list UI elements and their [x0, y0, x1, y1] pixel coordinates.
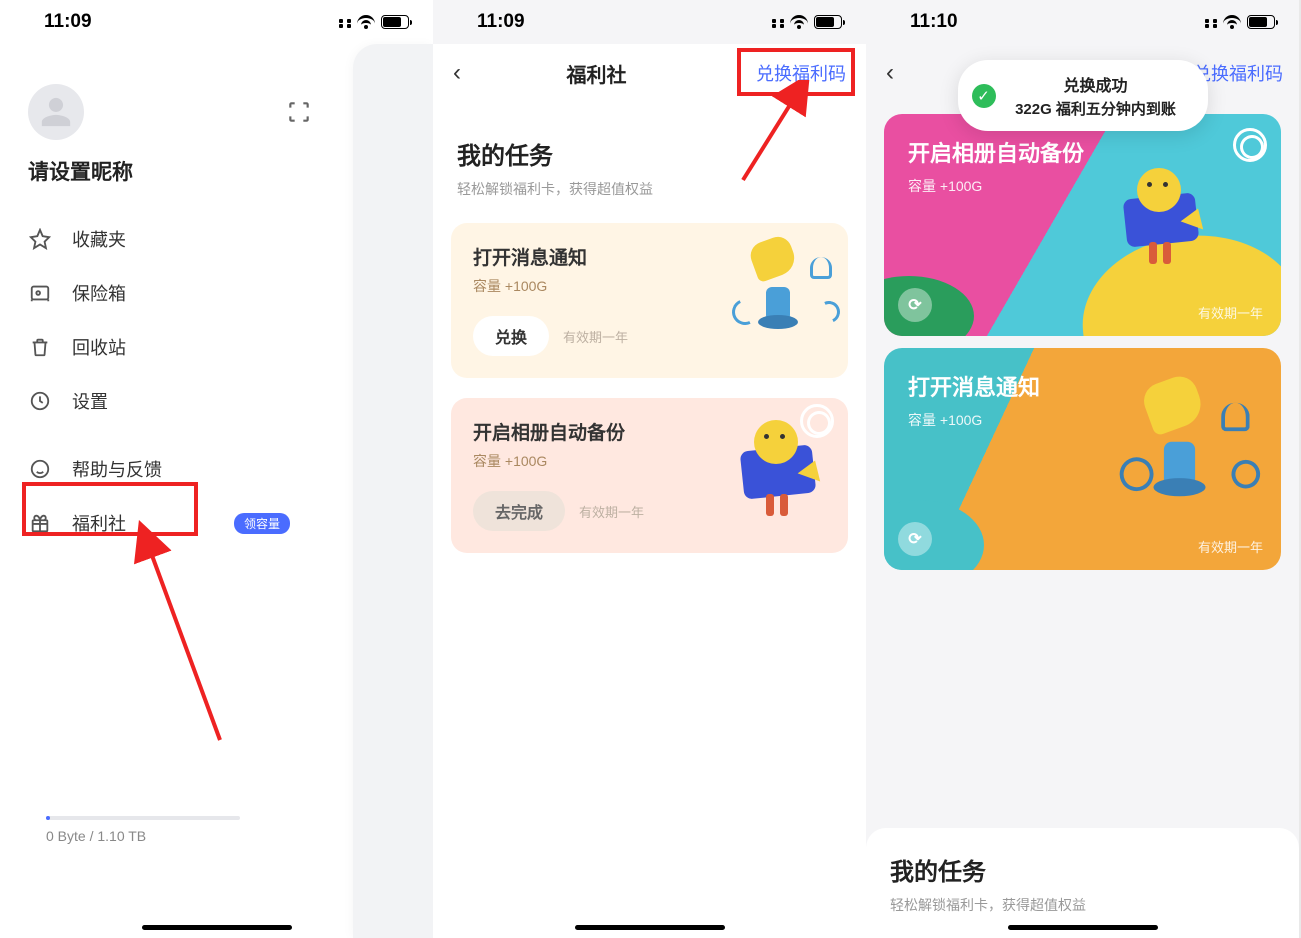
battery-icon — [381, 15, 409, 29]
storage-text: 0 Byte / 1.10 TB — [46, 828, 146, 844]
storage-bar — [46, 816, 240, 820]
status-bar: 11:09 — [433, 0, 866, 44]
status-bar: 11:09 — [0, 0, 433, 44]
background-sheet — [353, 44, 433, 938]
section-title: 我的任务 — [457, 136, 842, 171]
redeem-button[interactable]: 兑换 — [473, 316, 549, 356]
menu-label: 设置 — [72, 388, 108, 414]
status-icons — [339, 15, 409, 29]
page-title: 福利社 — [437, 59, 756, 88]
phone-1-drawer-screen: 11:09 请设置昵称 收藏夹 — [0, 0, 433, 938]
smile-icon — [28, 457, 52, 481]
status-bar: 11:10 — [866, 0, 1299, 44]
menu-label: 回收站 — [72, 334, 126, 360]
gift-icon — [28, 511, 52, 535]
redeem-code-link[interactable]: 兑换福利码 — [756, 60, 846, 86]
home-indicator — [1008, 925, 1158, 930]
storage-meter: 0 Byte / 1.10 TB — [46, 816, 240, 844]
check-icon: ✓ — [972, 84, 996, 108]
promo-reward: 容量 +100G — [884, 402, 1281, 430]
section-subtitle: 轻松解锁福利卡，获得超值权益 — [890, 895, 1275, 915]
battery-icon — [814, 15, 842, 29]
safe-icon — [28, 281, 52, 305]
side-drawer: 请设置昵称 收藏夹 保险箱 回收站 设置 帮助与反馈 — [0, 44, 330, 904]
menu-label: 收藏夹 — [72, 226, 126, 252]
validity-label: 有效期一年 — [563, 327, 628, 346]
swirl-icon: ⟳ — [898, 288, 932, 322]
capacity-badge: 领容量 — [234, 513, 290, 534]
section-subtitle: 轻松解锁福利卡，获得超值权益 — [457, 179, 842, 199]
promo-card-notification[interactable]: 打开消息通知 容量 +100G ⟳ 有效期一年 — [884, 348, 1281, 570]
success-toast: ✓ 兑换成功 322G 福利五分钟内到账 — [958, 60, 1208, 131]
menu-settings[interactable]: 设置 — [28, 374, 330, 428]
menu-help[interactable]: 帮助与反馈 — [28, 442, 330, 496]
status-icons — [772, 15, 842, 29]
task-illustration — [728, 408, 838, 518]
trash-icon — [28, 335, 52, 359]
section-title: 我的任务 — [890, 852, 1275, 887]
validity-label: 有效期一年 — [1198, 303, 1263, 322]
promo-reward: 容量 +100G — [884, 168, 1281, 196]
menu-label: 保险箱 — [72, 280, 126, 306]
wifi-icon — [357, 15, 375, 29]
menu-welfare[interactable]: 福利社 领容量 — [28, 496, 330, 550]
clock: 11:09 — [44, 11, 92, 33]
phone-2-welfare-screen: 11:09 上传你的 上传照 上传视 拍照上 上传文 新建文 ‹ 福利社 兑换福… — [433, 0, 866, 938]
clock: 11:09 — [477, 11, 525, 33]
gear-icon — [28, 389, 52, 413]
clock: 11:10 — [910, 11, 958, 33]
toast-title: 兑换成功 — [1008, 72, 1184, 96]
scan-icon[interactable] — [286, 99, 312, 125]
task-card-backup: 开启相册自动备份 容量 +100G 去完成 有效期一年 — [451, 398, 848, 553]
home-indicator — [575, 925, 725, 930]
menu-safebox[interactable]: 保险箱 — [28, 266, 330, 320]
tasks-bottom-sheet: 我的任务 轻松解锁福利卡，获得超值权益 — [866, 828, 1299, 938]
drawer-menu: 收藏夹 保险箱 回收站 设置 帮助与反馈 福利社 领容量 — [0, 212, 330, 550]
menu-recycle[interactable]: 回收站 — [28, 320, 330, 374]
star-icon — [28, 227, 52, 251]
task-illustration — [728, 233, 838, 343]
tasks-section-header: 我的任务 轻松解锁福利卡，获得超值权益 — [433, 102, 866, 203]
swirl-icon: ⟳ — [898, 522, 932, 556]
battery-icon — [1247, 15, 1275, 29]
home-indicator — [142, 925, 292, 930]
validity-label: 有效期一年 — [579, 502, 644, 521]
avatar[interactable] — [28, 84, 84, 140]
signal-icon — [339, 16, 351, 28]
sync-icon — [1233, 128, 1267, 162]
welfare-sheet: ‹ 福利社 兑换福利码 我的任务 轻松解锁福利卡，获得超值权益 打开消息通知 容… — [433, 44, 866, 938]
phone-3-success-screen: 11:10 ‹ 兑换福利码 ✓ 兑换成功 322G 福利五分钟内到账 开启相册自… — [866, 0, 1299, 938]
toast-message: 322G 福利五分钟内到账 — [1008, 98, 1184, 119]
menu-label: 福利社 — [72, 510, 126, 536]
complete-button[interactable]: 去完成 — [473, 491, 565, 531]
menu-favorites[interactable]: 收藏夹 — [28, 212, 330, 266]
signal-icon — [772, 16, 784, 28]
signal-icon — [1205, 16, 1217, 28]
validity-label: 有效期一年 — [1198, 537, 1263, 556]
menu-label: 帮助与反馈 — [72, 456, 162, 482]
nickname-prompt[interactable]: 请设置昵称 — [0, 150, 330, 212]
promo-card-backup[interactable]: 开启相册自动备份 容量 +100G ⟳ 有效期一年 — [884, 114, 1281, 336]
status-icons — [1205, 15, 1275, 29]
sync-icon — [800, 404, 834, 438]
wifi-icon — [790, 15, 808, 29]
back-button[interactable]: ‹ — [886, 59, 894, 87]
sheet-header: ‹ 福利社 兑换福利码 — [433, 44, 866, 102]
task-card-notification: 打开消息通知 容量 +100G 兑换 有效期一年 — [451, 223, 848, 378]
wifi-icon — [1223, 15, 1241, 29]
